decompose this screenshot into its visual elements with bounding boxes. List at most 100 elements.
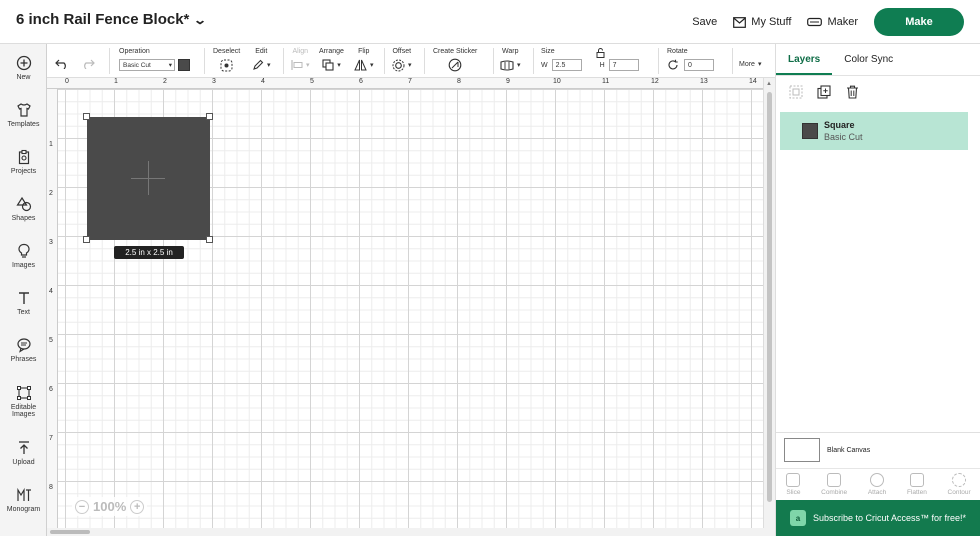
layer-ops-bar: Slice Combine Attach Flatten Contour (776, 468, 980, 498)
warp-group[interactable]: Warp ▾ (500, 48, 521, 72)
sidebar-item-label: Monogram (6, 505, 41, 513)
make-button[interactable]: Make (874, 8, 964, 36)
combine-button[interactable]: Combine (821, 473, 847, 498)
edit-group[interactable]: Edit ▾ (252, 48, 271, 72)
combine-icon (827, 473, 842, 487)
height-input[interactable]: 7 (608, 59, 639, 71)
width-input[interactable]: 2.5 (551, 59, 582, 71)
arrange-group[interactable]: Arrange ▾ (319, 48, 344, 72)
ruler-tick: 3 (49, 239, 53, 246)
deselect-group[interactable]: Deselect (213, 48, 240, 72)
sidebar-item-new[interactable]: New (0, 44, 47, 91)
ruler-left: 1 2 3 4 5 6 7 8 (47, 89, 58, 528)
layers-panel: Layers Color Sync Square Basic Cut Blank… (775, 44, 980, 536)
zoom-in-button[interactable]: + (130, 499, 145, 514)
flatten-button[interactable]: Flatten (907, 473, 927, 498)
sidebar-item-phrases[interactable]: Phrases (0, 326, 47, 373)
sidebar-item-shapes[interactable]: Shapes (0, 185, 47, 232)
duplicate-icon[interactable] (816, 84, 832, 100)
chevron-down-icon: ▾ (408, 62, 412, 69)
ruler-tick: 10 (553, 78, 561, 85)
edit-toolbar: Operation Basic Cut ▾ Deselect Edit ▾ Ali… (47, 44, 775, 78)
toolbar-divider (109, 48, 110, 74)
chevron-down-icon: ▾ (337, 62, 341, 69)
sidebar-item-templates[interactable]: Templates (0, 91, 47, 138)
size-label: Size (541, 48, 555, 55)
sidebar-item-label: Projects (10, 167, 37, 175)
arrange-icon (322, 59, 334, 71)
trash-icon[interactable] (844, 84, 860, 100)
unlock-icon (596, 48, 605, 58)
sidebar-item-editable-images[interactable]: Editable Images (0, 373, 47, 429)
upload-icon (18, 440, 29, 454)
undo-icon[interactable] (55, 59, 69, 71)
resize-handle[interactable] (83, 236, 90, 243)
redo-icon[interactable] (81, 59, 95, 71)
slice-button[interactable]: Slice (786, 473, 800, 498)
rotate-input[interactable]: 0 (684, 59, 714, 71)
my-stuff-button[interactable]: My Stuff (733, 16, 791, 28)
make-label: Make (905, 16, 933, 28)
horizontal-scrollbar[interactable] (47, 528, 775, 536)
edit-label: Edit (255, 48, 268, 55)
operation-group: Operation Basic Cut ▾ (119, 48, 190, 72)
attach-icon (870, 473, 885, 487)
rotate-icon (668, 59, 678, 70)
color-swatch[interactable] (178, 59, 190, 71)
layer-swatch (802, 123, 818, 139)
chevron-down-icon: ▾ (370, 62, 374, 69)
operation-value: Basic Cut (123, 61, 151, 69)
scrollbar-thumb[interactable] (50, 530, 90, 534)
ruler-tick: 1 (114, 78, 118, 85)
size-group: Size W 2.5 H 7 (541, 48, 639, 72)
sidebar-item-label: Shapes (11, 214, 36, 222)
align-group[interactable]: Align ▾ (291, 48, 310, 72)
ruler-tick: 11 (602, 78, 610, 85)
sidebar-item-label: Images (12, 261, 35, 269)
contour-button[interactable]: Contour (948, 473, 971, 498)
tab-layers[interactable]: Layers (776, 44, 833, 75)
maker-button[interactable]: Maker (807, 16, 858, 28)
group-icon[interactable] (788, 84, 804, 100)
warp-icon (500, 59, 514, 71)
panel-divider (776, 432, 980, 433)
more-button[interactable]: More ▾ (739, 57, 761, 71)
project-title[interactable]: 6 inch Rail Fence Block* ⌄ (16, 11, 207, 28)
scrollbar-thumb[interactable] (767, 92, 772, 502)
arrange-label: Arrange (319, 48, 344, 55)
zoom-value: 100% (93, 499, 127, 514)
zoom-out-button[interactable]: − (75, 499, 89, 514)
sidebar-item-text[interactable]: Text (0, 279, 47, 326)
create-sticker-group[interactable]: Create Sticker (433, 48, 477, 72)
vertical-scrollbar[interactable]: ▲ (763, 78, 775, 528)
operation-label: Operation (119, 48, 150, 55)
scroll-up-icon[interactable]: ▲ (766, 81, 772, 87)
offset-group[interactable]: Offset ▾ (392, 48, 412, 72)
tab-color-sync[interactable]: Color Sync (832, 44, 905, 75)
resize-handle[interactable] (206, 236, 213, 243)
operation-select[interactable]: Basic Cut ▾ (119, 59, 175, 71)
panel-tabs: Layers Color Sync (776, 44, 980, 76)
blank-canvas-item[interactable]: Blank Canvas (784, 438, 870, 462)
flip-group[interactable]: Flip ▾ (354, 48, 374, 72)
sidebar-item-images[interactable]: Images (0, 232, 47, 279)
resize-handle[interactable] (206, 113, 213, 120)
lock-ratio-button[interactable] (596, 48, 605, 58)
sidebar-item-projects[interactable]: Projects (0, 138, 47, 185)
resize-handle[interactable] (83, 113, 90, 120)
access-promo-banner[interactable]: a Subscribe to Cricut Access™ for free!* (776, 500, 980, 536)
chevron-down-icon[interactable]: ⌄ (193, 13, 207, 27)
maker-label: Maker (827, 16, 858, 28)
action-label: Slice (786, 489, 801, 496)
attach-button[interactable]: Attach (868, 473, 886, 498)
layer-item-square[interactable]: Square Basic Cut (780, 112, 968, 150)
save-button[interactable]: Save (692, 16, 717, 28)
ruler-tick: 0 (65, 78, 69, 85)
undo-redo-group (55, 48, 95, 72)
project-title-text: 6 inch Rail Fence Block* (16, 11, 190, 28)
sidebar-item-monogram[interactable]: Monogram (0, 476, 47, 523)
ruler-tick: 3 (212, 78, 216, 85)
sidebar-item-upload[interactable]: Upload (0, 429, 47, 476)
speech-icon (16, 337, 31, 353)
align-icon (291, 60, 303, 70)
